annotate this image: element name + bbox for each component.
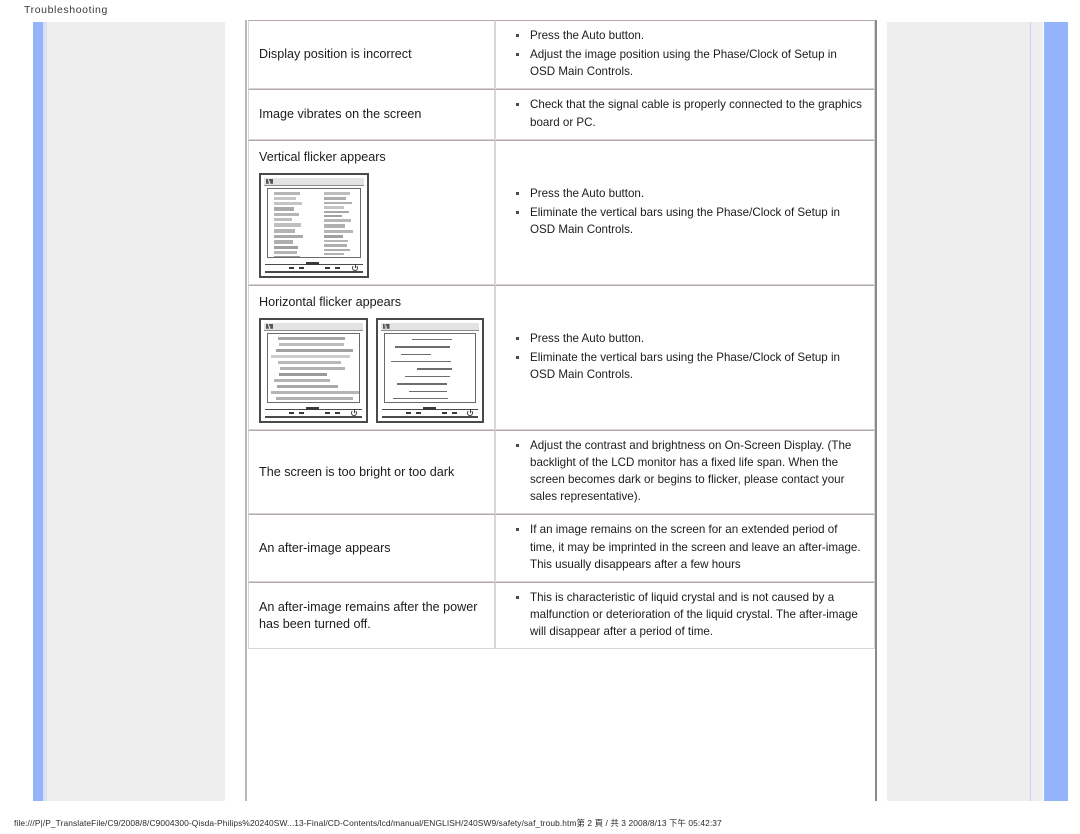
monitor-illustration-normal: [376, 318, 485, 423]
solution-item: Adjust the contrast and brightness on On…: [528, 437, 864, 506]
troubleshooting-table: Display position is incorrect Press the A…: [248, 20, 875, 649]
solution-list: Check that the signal cable is properly …: [506, 96, 864, 130]
monitor-power-icon: [467, 410, 473, 416]
screen-line-stack: [385, 334, 476, 403]
horizontal-flicker-monitors: [259, 318, 484, 423]
solution-cell: Press the Auto button. Adjust the image p…: [495, 20, 875, 89]
solution-item: Press the Auto button.: [528, 27, 864, 44]
symptom-cell: Vertical flicker appears: [248, 140, 495, 285]
solution-item: Adjust the image position using the Phas…: [528, 46, 864, 80]
monitor-power-icon: [351, 410, 357, 416]
left-accent-bar: [33, 22, 43, 801]
monitor-button-icon: [442, 412, 447, 414]
monitor-bezel-top: [264, 323, 363, 331]
solution-list: Adjust the contrast and brightness on On…: [506, 437, 864, 506]
monitor-button-icon: [299, 267, 304, 269]
monitor-bezel-top: [381, 323, 480, 331]
table-row: An after-image remains after the power h…: [248, 582, 875, 649]
right-accent-bar: [1044, 22, 1068, 801]
flicker-bar-column: [324, 192, 354, 254]
symptom-cell: The screen is too bright or too dark: [248, 430, 495, 515]
monitor-auto-button-icon: [306, 262, 319, 265]
solution-cell: If an image remains on the screen for an…: [495, 514, 875, 581]
monitor-button-icon: [406, 412, 411, 414]
solution-item: Eliminate the vertical bars using the Ph…: [528, 204, 864, 238]
table-row: The screen is too bright or too dark Adju…: [248, 430, 875, 515]
symptom-cell: An after-image remains after the power h…: [248, 582, 495, 649]
flicker-bar-column: [274, 192, 304, 254]
solution-item: Check that the signal cable is properly …: [528, 96, 864, 130]
solution-cell: Press the Auto button. Eliminate the vert…: [495, 285, 875, 430]
solution-item: If an image remains on the screen for an…: [528, 521, 864, 572]
monitor-auto-button-icon: [306, 407, 319, 410]
symptom-cell: An after-image appears: [248, 514, 495, 581]
monitor-illustration-horizontal-flicker: [259, 318, 368, 423]
solution-list: Press the Auto button. Eliminate the vert…: [506, 330, 864, 383]
main-content-area: Display position is incorrect Press the A…: [245, 20, 877, 801]
solution-list: If an image remains on the screen for an…: [506, 521, 864, 572]
solution-cell: This is characteristic of liquid crystal…: [495, 582, 875, 649]
flicker-bar-stack: [268, 334, 359, 403]
monitor-bezel-top: [264, 178, 364, 186]
solution-item: Eliminate the vertical bars using the Ph…: [528, 349, 864, 383]
monitor-button-icon: [289, 267, 294, 269]
solution-list: Press the Auto button. Adjust the image p…: [506, 27, 864, 80]
monitor-button-icon: [299, 412, 304, 414]
symptom-label: The screen is too bright or too dark: [259, 464, 484, 481]
monitor-illustration-vertical-flicker: [259, 173, 369, 278]
monitor-screen: [384, 333, 477, 403]
monitor-button-icon: [325, 412, 330, 414]
solution-cell: Check that the signal cable is properly …: [495, 89, 875, 139]
symptom-cell: Horizontal flicker appears: [248, 285, 495, 430]
table-row: An after-image appears If an image remain…: [248, 514, 875, 581]
monitor-button-icon: [335, 267, 340, 269]
solution-item: Press the Auto button.: [528, 185, 864, 202]
table-row: Vertical flicker appears Press the Auto b…: [248, 140, 875, 285]
monitor-power-icon: [352, 265, 358, 271]
right-sidebar-panel: [887, 22, 1043, 801]
page-title: Troubleshooting: [24, 4, 108, 16]
monitor-button-icon: [335, 412, 340, 414]
monitor-screen: [267, 188, 361, 258]
content-left-rule: [245, 20, 247, 801]
solution-item: This is characteristic of liquid crystal…: [528, 589, 864, 640]
monitor-base: [382, 409, 479, 418]
symptom-label: Display position is incorrect: [259, 46, 484, 63]
right-sidebar-divider: [1030, 22, 1031, 801]
monitor-base: [265, 409, 362, 418]
monitor-button-icon: [416, 412, 421, 414]
symptom-label: An after-image remains after the power h…: [259, 599, 484, 633]
page-root: Troubleshooting Display position is inco…: [0, 0, 1080, 834]
symptom-label: Vertical flicker appears: [259, 149, 484, 166]
content-right-rule: [875, 20, 877, 801]
left-sidebar-panel: [33, 22, 225, 801]
monitor-button-icon: [452, 412, 457, 414]
symptom-cell: Display position is incorrect: [248, 20, 495, 89]
table-row: Display position is incorrect Press the A…: [248, 20, 875, 89]
monitor-button-icon: [289, 412, 294, 414]
monitor-auto-button-icon: [423, 407, 436, 410]
solution-list: This is characteristic of liquid crystal…: [506, 589, 864, 640]
monitor-base: [265, 264, 363, 273]
symptom-label: Image vibrates on the screen: [259, 106, 484, 123]
solution-item: Press the Auto button.: [528, 330, 864, 347]
monitor-screen: [267, 333, 360, 403]
table-row: Image vibrates on the screen Check that t…: [248, 89, 875, 139]
solution-cell: Press the Auto button. Eliminate the vert…: [495, 140, 875, 285]
solution-cell: Adjust the contrast and brightness on On…: [495, 430, 875, 515]
browser-print-footer: file:///P|/P_TranslateFile/C9/2008/8/C90…: [14, 817, 722, 829]
left-sidebar-body: [47, 22, 225, 801]
symptom-label: An after-image appears: [259, 540, 484, 557]
table-row: Horizontal flicker appears Press the Auto…: [248, 285, 875, 430]
solution-list: Press the Auto button. Eliminate the vert…: [506, 185, 864, 238]
monitor-button-icon: [325, 267, 330, 269]
vertical-flicker-monitor: [259, 173, 484, 278]
symptom-label: Horizontal flicker appears: [259, 294, 484, 311]
symptom-cell: Image vibrates on the screen: [248, 89, 495, 139]
